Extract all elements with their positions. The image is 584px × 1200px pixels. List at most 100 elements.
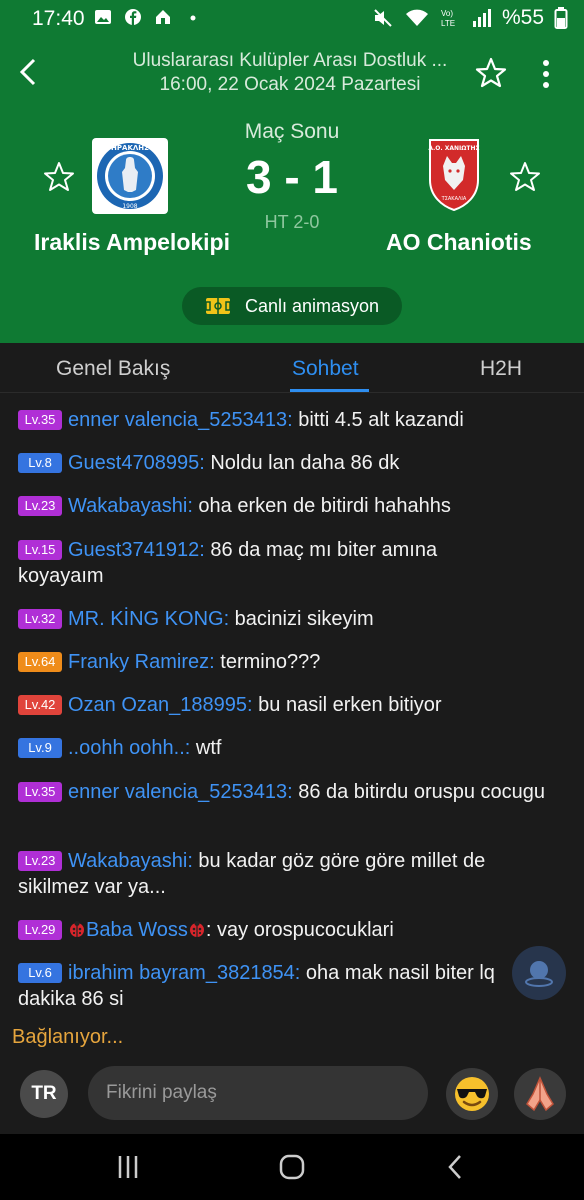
chat-message: Lv.35 enner valencia_5253413: bitti 4.5 a… — [18, 407, 558, 433]
chat-text: Noldu lan daha 86 dk — [204, 452, 400, 474]
back-icon[interactable] — [442, 1152, 470, 1182]
level-badge: Lv.15 — [18, 540, 62, 560]
match-datetime: 16:00, 22 Ocak 2024 Pazartesi — [159, 74, 421, 95]
ladybug-icon — [189, 921, 204, 937]
pitch-icon — [205, 298, 231, 314]
praying-hands-icon — [526, 1076, 554, 1112]
chat-message: Lv.15 Guest3741912: 86 da maç mı biter am… — [18, 537, 488, 589]
level-badge: Lv.8 — [18, 453, 62, 473]
chat-message: Lv.42 Ozan Ozan_188995: bu nasil erken bi… — [18, 692, 558, 718]
top-app-bar: Uluslararası Kulüpler Arası Dostluk ... … — [0, 40, 584, 108]
chat-username[interactable]: Guest3741912: — [68, 539, 205, 561]
away-team-name[interactable]: AO Chaniotis — [386, 229, 532, 256]
favorite-star-icon[interactable] — [474, 56, 508, 90]
chat-text: termino??? — [214, 651, 321, 673]
system-nav-bar — [0, 1134, 584, 1200]
wifi-icon — [405, 9, 428, 26]
chat-text: wtf — [190, 737, 222, 759]
chat-username[interactable]: Franky Ramirez: — [68, 651, 215, 673]
chat-text: 86 da bitirdu oruspu cocugu — [292, 781, 546, 803]
pray-emoji-button[interactable] — [514, 1068, 566, 1120]
chat-username[interactable]: enner valencia_5253413: — [68, 409, 293, 431]
dot-icon — [190, 15, 196, 21]
chat-message: Lv.35 enner valencia_5253413: 86 da bitir… — [18, 779, 548, 805]
chat-message: Lv.6 ibrahim bayram_3821854: oha mak nasi… — [18, 960, 518, 1012]
ladybug-icon — [70, 921, 84, 937]
chat-message: Lv.23 Wakabayashi: oha erken de bitirdi h… — [18, 493, 558, 519]
language-button[interactable]: TR — [20, 1070, 68, 1118]
live-animation-button[interactable]: Canlı animasyon — [182, 287, 402, 325]
chaniotis-crest-icon: Α.Ο. ΧΑΝΙΩΤΗΣ ΤΣΑΚΑΛΙΑ — [428, 139, 480, 212]
away-team-logo[interactable]: Α.Ο. ΧΑΝΙΩΤΗΣ ΤΣΑΚΑΛΙΑ — [416, 136, 492, 212]
chat-input[interactable] — [88, 1066, 428, 1120]
chat-text: bacinizi sikeyim — [229, 608, 374, 630]
match-status: Maç Sonu — [244, 120, 340, 143]
level-badge: Lv.35 — [18, 410, 62, 430]
signal-icon — [472, 9, 491, 27]
level-badge: Lv.64 — [18, 652, 62, 672]
home-team-name[interactable]: Iraklis Ampelokipi — [34, 229, 230, 256]
svg-text:1908: 1908 — [122, 203, 137, 210]
home-team-logo[interactable]: ΗΡΑΚΛΗΣ 1908 — [92, 138, 168, 214]
match-score: 3 - 1 — [245, 151, 339, 203]
chat-username[interactable]: Guest4708995: — [68, 452, 205, 474]
chat-username[interactable]: Baba Woss — [86, 919, 188, 941]
home-lock-icon — [156, 10, 170, 24]
follow-home-star-icon[interactable] — [42, 160, 76, 194]
lte-icon: Vo)LTE — [441, 9, 455, 28]
chat-list[interactable]: Lv.35 enner valencia_5253413: bitti 4.5 a… — [0, 395, 584, 1020]
svg-text:Vo): Vo) — [441, 9, 453, 18]
cool-emoji-button[interactable] — [446, 1068, 498, 1120]
follow-away-star-icon[interactable] — [508, 160, 542, 194]
level-badge: Lv.35 — [18, 782, 62, 802]
tab-chat[interactable]: Sohbet — [292, 357, 359, 381]
level-badge: Lv.23 — [18, 851, 62, 871]
chat-composer: TR — [0, 1058, 584, 1134]
more-options-icon[interactable] — [536, 56, 556, 92]
recent-apps-icon[interactable] — [114, 1152, 142, 1182]
chat-username[interactable]: ibrahim bayram_3821854: — [68, 962, 300, 984]
chat-text: bu nasil erken bitiyor — [252, 694, 442, 716]
active-tab-indicator — [290, 389, 369, 392]
chat-username[interactable]: Ozan Ozan_188995: — [68, 694, 253, 716]
mute-icon — [374, 9, 392, 27]
svg-text:LTE: LTE — [441, 19, 455, 28]
level-badge: Lv.6 — [18, 963, 62, 983]
battery-level: %55 — [501, 6, 544, 29]
sunglasses-emoji-icon — [455, 1077, 489, 1111]
facebook-icon — [125, 9, 141, 25]
tab-overview[interactable]: Genel Bakış — [56, 357, 170, 381]
live-animation-label: Canlı animasyon — [244, 295, 380, 316]
chat-bubble-icon — [525, 961, 553, 987]
chat-message: Lv.8 Guest4708995: Noldu lan daha 86 dk — [18, 450, 558, 476]
competition-title: Uluslararası Kulüpler Arası Dostluk ... — [132, 50, 448, 71]
floating-action-button[interactable] — [512, 946, 566, 1000]
match-header: 17:40 Vo) LTE %55 Uluslararası Kulüpler A… — [0, 0, 584, 343]
tab-bar: Genel Bakış Sohbet H2H — [0, 343, 584, 393]
iraklis-crest-icon: ΗΡΑΚΛΗΣ 1908 — [97, 143, 163, 210]
chat-username[interactable]: Wakabayashi: — [68, 495, 193, 517]
svg-text:ΗΡΑΚΛΗΣ: ΗΡΑΚΛΗΣ — [111, 144, 149, 152]
chat-username[interactable]: enner valencia_5253413: — [68, 781, 293, 803]
image-icon — [95, 10, 111, 24]
chat-message: Lv.32 MR. KİNG KONG: bacinizi sikeyim — [18, 606, 558, 632]
chat-message: Lv.23 Wakabayashi: bu kadar göz göre göre… — [18, 848, 538, 900]
chat-message: Lv.9 ..oohh oohh..: wtf — [18, 735, 558, 761]
chat-text: : vay orospucocuklari — [205, 919, 394, 941]
level-badge: Lv.42 — [18, 695, 62, 715]
chat-text: bitti 4.5 alt kazandi — [292, 409, 464, 431]
status-time: 17:40 — [32, 7, 85, 30]
tab-h2h[interactable]: H2H — [480, 357, 522, 381]
chat-message: Lv.29 Baba Woss : vay orospucocuklari — [18, 917, 558, 943]
chat-username[interactable]: MR. KİNG KONG: — [68, 608, 229, 630]
connecting-status: Bağlanıyor... — [12, 1026, 124, 1048]
chat-text: oha erken de bitirdi hahahhs — [192, 495, 451, 517]
home-icon[interactable] — [278, 1152, 306, 1182]
back-arrow-icon[interactable] — [14, 54, 42, 90]
level-badge: Lv.23 — [18, 496, 62, 516]
chat-username[interactable]: Wakabayashi: — [68, 850, 193, 872]
level-badge: Lv.29 — [18, 920, 62, 940]
status-bar: 17:40 Vo) LTE %55 — [0, 0, 584, 38]
svg-text:ΤΣΑΚΑΛΙΑ: ΤΣΑΚΑΛΙΑ — [441, 196, 467, 202]
chat-username[interactable]: ..oohh oohh..: — [68, 737, 190, 759]
